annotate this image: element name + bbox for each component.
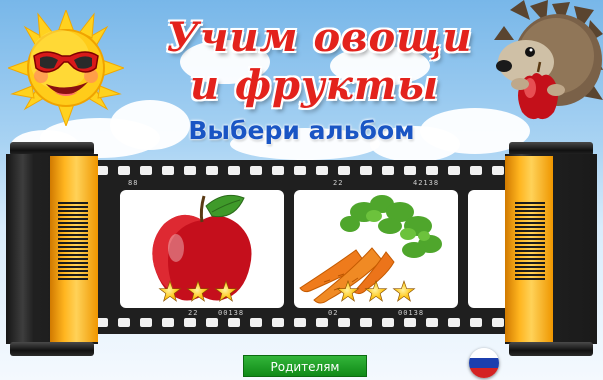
film-edge-code: 02 bbox=[328, 309, 339, 317]
film-edge-code: 00138 bbox=[398, 309, 425, 317]
game-screen: Учим овощи и фрукты Выбери альбом 88 22 … bbox=[0, 0, 603, 380]
album-card-carrot[interactable] bbox=[294, 190, 458, 308]
film-edge-code: 22 bbox=[188, 309, 199, 317]
album-card-apple[interactable] bbox=[120, 190, 284, 308]
game-title-line-2: и фрукты bbox=[189, 62, 440, 109]
film-edge-code: 88 bbox=[128, 179, 139, 187]
film-edge-code: 00138 bbox=[218, 309, 245, 317]
film-perforations-top bbox=[88, 166, 518, 178]
film-edge-code: 22 bbox=[333, 179, 344, 187]
parents-button[interactable]: Родителям bbox=[243, 355, 367, 377]
left-film-reel bbox=[6, 142, 98, 356]
russia-flag-icon[interactable] bbox=[469, 348, 499, 378]
right-film-reel bbox=[505, 142, 597, 356]
game-title-line-1: Учим овощи bbox=[166, 14, 473, 61]
film-edge-code: 42138 bbox=[413, 179, 440, 187]
choose-album-heading: Выбери альбом bbox=[188, 116, 415, 145]
film-perforations-bottom bbox=[88, 318, 518, 330]
album-film-strip[interactable]: 88 22 42138 22 00138 02 00138 bbox=[88, 160, 528, 334]
